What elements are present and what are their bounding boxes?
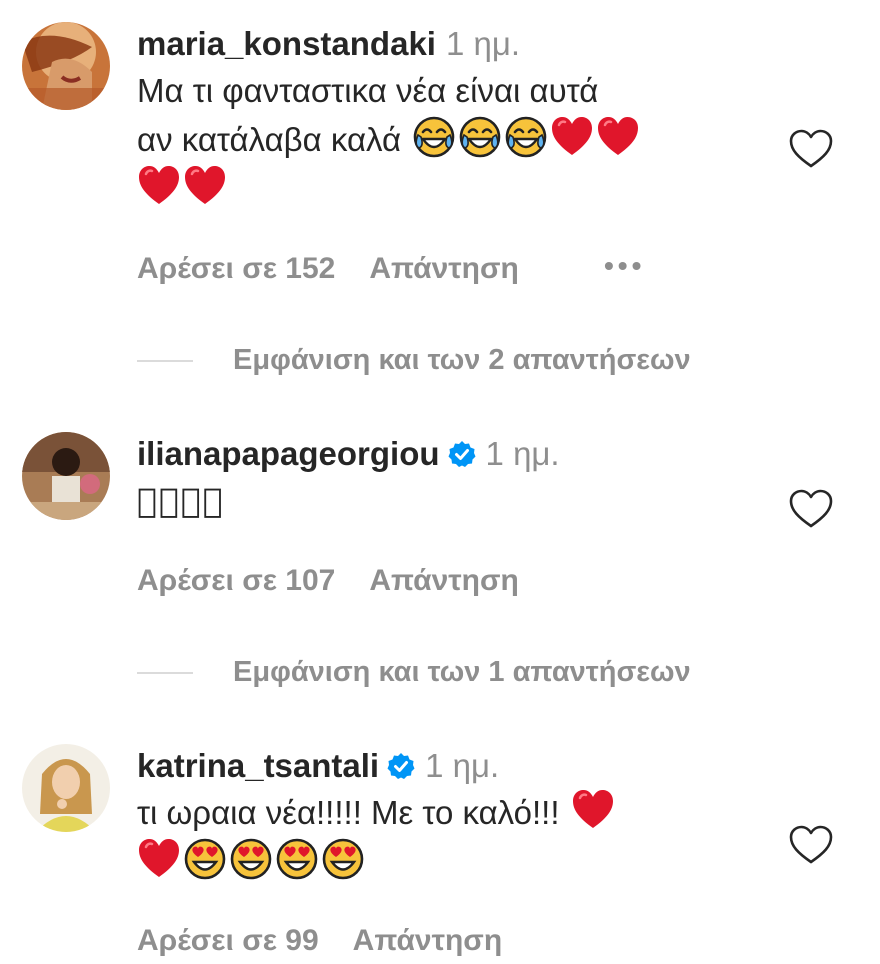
view-replies-button[interactable]: Εμφάνιση και των 1 απαντήσεων <box>137 656 691 696</box>
red-heart-emoji <box>571 788 615 832</box>
comment-text: 􀀀􀀀􀀀􀀀 <box>137 481 225 520</box>
verified-badge-icon <box>387 752 415 780</box>
likes-count[interactable]: Αρέσει σε 152 <box>137 252 335 285</box>
comment-actions: Αρέσει σε 107 Απάντηση <box>137 564 553 598</box>
comment-time[interactable]: 1 ημ. <box>446 25 520 62</box>
red-heart-emoji <box>137 837 181 881</box>
like-heart-icon[interactable] <box>788 128 834 170</box>
username[interactable]: ilianapapageorgiou <box>137 435 440 472</box>
heart-eyes-emoji <box>321 837 365 881</box>
avatar[interactable] <box>22 432 110 520</box>
avatar[interactable] <box>22 744 110 832</box>
comment-actions: Αρέσει σε 152 Απάντηση <box>137 252 553 286</box>
heart-eyes-emoji <box>229 837 273 881</box>
comment-text: τι ωραια νέα!!!!! Με το καλό!!! <box>137 788 777 886</box>
reply-button[interactable]: Απάντηση <box>369 564 519 597</box>
username[interactable]: maria_konstandaki <box>137 25 436 62</box>
likes-count[interactable]: Αρέσει σε 107 <box>137 564 335 597</box>
heart-eyes-emoji <box>275 837 319 881</box>
heart-eyes-emoji <box>183 837 227 881</box>
comment-time[interactable]: 1 ημ. <box>425 747 499 784</box>
likes-count[interactable]: Αρέσει σε 99 <box>137 924 319 957</box>
view-replies-button[interactable]: Εμφάνιση και των 2 απαντήσεων <box>137 344 691 384</box>
divider-line <box>137 360 193 363</box>
tears-of-joy-emoji <box>504 115 548 159</box>
verified-badge-icon <box>448 440 476 468</box>
username[interactable]: katrina_tsantali <box>137 747 379 784</box>
reply-button[interactable]: Απάντηση <box>369 252 519 285</box>
red-heart-emoji <box>183 164 227 208</box>
like-heart-icon[interactable] <box>788 488 834 530</box>
divider-line <box>137 672 193 675</box>
comment-text: Μα τι φανταστικα νέα είναι αυτά αν κατάλ… <box>137 66 777 213</box>
tears-of-joy-emoji <box>412 115 456 159</box>
red-heart-emoji <box>550 115 594 159</box>
avatar[interactable] <box>22 22 110 110</box>
red-heart-emoji <box>596 115 640 159</box>
more-options-icon[interactable]: ••• <box>604 250 645 282</box>
comment-time[interactable]: 1 ημ. <box>486 435 560 472</box>
tears-of-joy-emoji <box>458 115 502 159</box>
reply-button[interactable]: Απάντηση <box>353 924 503 957</box>
comment-actions: Αρέσει σε 99 Απάντηση <box>137 924 536 958</box>
like-heart-icon[interactable] <box>788 824 834 866</box>
red-heart-emoji <box>137 164 181 208</box>
